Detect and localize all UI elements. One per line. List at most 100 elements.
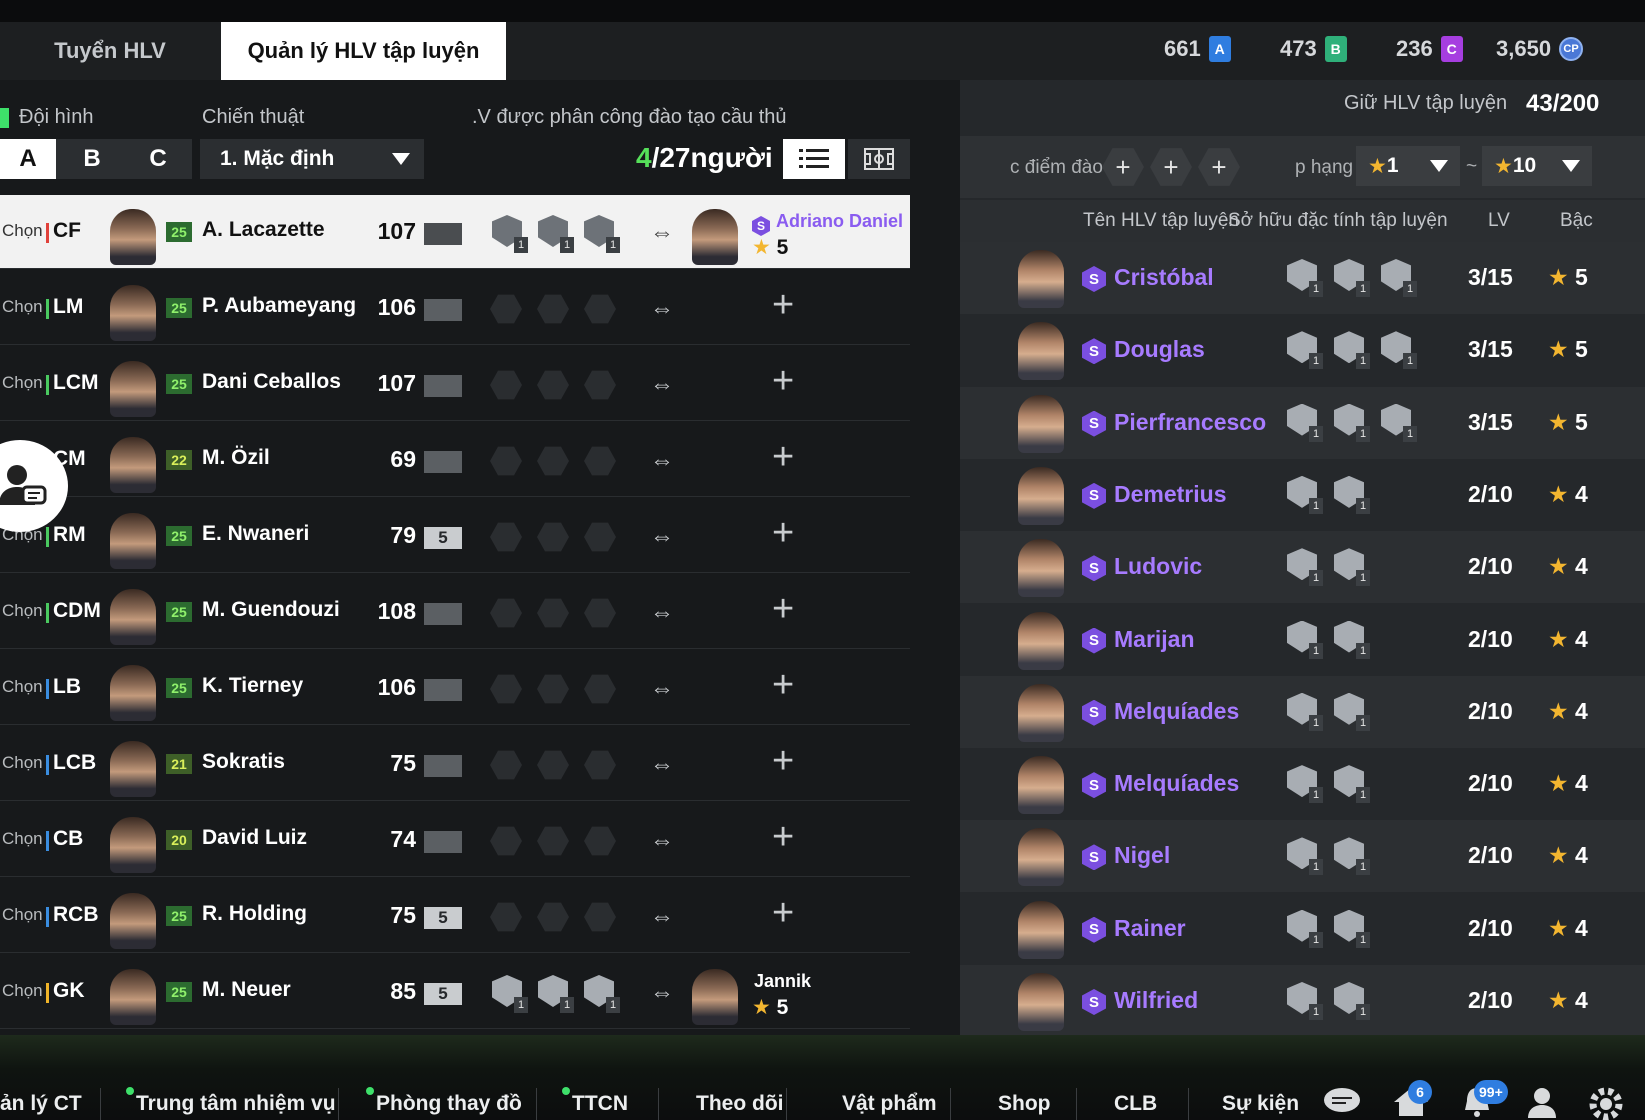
tab-manage-coach[interactable]: Quản lý HLV tập luyện [221,22,506,80]
player-name: M. Guendouzi [202,598,340,621]
coach-row[interactable]: S Cristóbal 1 1 1 3/15 ★ 5 [960,242,1645,314]
add-coach-plus-icon[interactable]: + [772,362,794,400]
link-icon[interactable]: ⇔ [650,447,674,475]
training-trait-icon: 1 [1332,329,1370,370]
select-label[interactable]: Chọn [2,601,43,621]
select-label[interactable]: Chọn [2,297,43,317]
coach-name: Demetrius [1114,480,1227,507]
special-coach-icon: S [1082,266,1106,292]
coach-row[interactable]: S Wilfried 1 1 2/10 ★ 4 [960,965,1645,1037]
nav-item[interactable]: Vật phẩm [842,1092,937,1116]
nav-item[interactable]: Shop [998,1092,1051,1116]
squad-b-button[interactable]: B [64,139,120,179]
list-view-button[interactable] [783,139,845,179]
coach-row[interactable]: S Douglas 1 1 1 3/15 ★ 5 [960,314,1645,386]
col-coach-traits: Sở hữu đặc tính tập luyện [1228,210,1448,231]
link-icon[interactable]: ⇔ [650,599,674,627]
coach-row[interactable]: S Rainer 1 1 2/10 ★ 4 [960,893,1645,965]
player-row[interactable]: Chọn RCB 25 R. Holding 75 5 ⇔ + [0,879,910,953]
player-position: CF [53,219,81,242]
link-icon[interactable]: ⇔ [650,751,674,779]
nav-item[interactable]: Sự kiện [1222,1092,1299,1116]
chat-icon[interactable] [1322,1086,1362,1120]
coach-row[interactable]: S Nigel 1 1 2/10 ★ 4 [960,820,1645,892]
add-coach-plus-icon[interactable]: + [772,286,794,324]
empty-trait-slot [490,750,522,780]
training-trait-icon: 1 [1332,257,1370,297]
rank-to-dropdown[interactable]: ★ 10 [1482,146,1592,186]
select-label[interactable]: Chọn [2,829,43,849]
select-label[interactable]: Chọn [2,753,43,773]
coach-row[interactable]: S Melquíades 1 1 2/10 ★ 4 [960,748,1645,820]
coach-avatar [1018,539,1064,598]
player-row[interactable]: Chọn LB 25 K. Tierney 106 ⇔ + [0,651,910,725]
link-icon[interactable]: ⇔ [650,523,674,551]
select-label[interactable]: Chọn [2,677,43,697]
player-row[interactable]: Chọn GK 25 M. Neuer 85 5 1 1 1 ⇔ Jannik ★ 5 [0,955,910,1029]
squad-a-button[interactable]: A [0,139,56,179]
player-position: LCM [53,371,99,394]
player-row[interactable]: Chọn CF 25 A. Lacazette 107 1 1 1 ⇔ S Adriano Dani… [0,195,910,269]
training-trait-icon: 1 [536,213,574,253]
coach-row[interactable]: S Marijan 1 1 2/10 ★ 4 [960,604,1645,676]
nav-item[interactable]: TTCN [572,1092,628,1116]
star-icon: ★ [752,236,777,259]
coach-row[interactable]: S Demetrius 1 1 2/10 ★ 4 [960,459,1645,531]
select-label[interactable]: Chọn [2,373,43,393]
add-coach-plus-icon[interactable]: + [772,438,794,476]
link-icon[interactable]: ⇔ [650,219,674,247]
player-row[interactable]: Chọn RM 25 E. Nwaneri 79 5 ⇔ + [0,499,910,573]
player-avatar [110,437,156,493]
link-icon[interactable]: ⇔ [650,903,674,931]
player-row[interactable]: Chọn CDM 25 M. Guendouzi 108 ⇔ + [0,575,910,649]
player-level-badge: 21 [166,754,192,774]
select-label[interactable]: Chọn [2,221,43,241]
coach-row[interactable]: S Pierfrancesco 1 1 1 3/15 ★ 5 [960,387,1645,459]
special-coach-icon: S [1082,482,1106,509]
nav-item[interactable]: ản lý CT [0,1092,82,1116]
add-coach-plus-icon[interactable]: + [772,894,794,932]
pitch-icon [864,148,894,170]
plus-icon: + [1163,151,1179,182]
select-label[interactable]: Chọn [2,905,43,925]
link-icon[interactable]: ⇔ [650,979,674,1007]
add-coach-plus-icon[interactable]: + [772,590,794,628]
player-row[interactable]: Chọn LCB 21 Sokratis 75 ⇔ + [0,727,910,801]
trait-level: 1 [1403,281,1417,297]
link-icon[interactable]: ⇔ [650,827,674,855]
add-coach-plus-icon[interactable]: + [772,666,794,704]
special-coach-icon: S [1082,410,1106,437]
add-coach-plus-icon[interactable]: + [772,514,794,552]
player-avatar [110,665,156,721]
profile-icon[interactable] [1526,1086,1558,1120]
tab-recruit-coach[interactable]: Tuyển HLV [0,22,220,80]
empty-trait-slot [584,370,616,400]
add-coach-plus-icon[interactable]: + [772,742,794,780]
training-trait-icon: 1 [1332,691,1370,731]
player-row[interactable]: Chọn CB 20 David Luiz 74 ⇔ + [0,803,910,877]
rank-from-dropdown[interactable]: ★ 1 [1356,146,1460,186]
coach-row[interactable]: S Ludovic 1 1 2/10 ★ 4 [960,531,1645,603]
nav-item[interactable]: Theo dõi [696,1092,784,1116]
training-trait-icon: 1 [1285,329,1323,370]
add-coach-plus-icon[interactable]: + [772,818,794,856]
link-icon[interactable]: ⇔ [650,371,674,399]
coach-name: Rainer [1114,914,1186,941]
settings-icon[interactable] [1588,1086,1624,1120]
nav-item[interactable]: CLB [1114,1092,1157,1116]
squad-c-button[interactable]: C [130,139,186,179]
player-row[interactable]: Chọn LM 25 P. Aubameyang 106 ⇔ + [0,271,910,345]
link-icon[interactable]: ⇔ [650,675,674,703]
nav-item[interactable]: Phòng thay đồ [376,1092,522,1116]
player-row[interactable]: ChọnCM22M. Özil69⇔+ [0,423,910,497]
select-label[interactable]: Chọn [2,981,43,1001]
tactic-dropdown[interactable]: 1. Mặc định [200,139,424,179]
formation-label: Đội hình [19,106,94,128]
link-icon[interactable]: ⇔ [650,295,674,323]
coach-grade: ★ 4 [1548,553,1588,580]
pitch-view-button[interactable] [848,139,910,179]
player-avatar [110,741,156,797]
coach-row[interactable]: S Melquíades 1 1 2/10 ★ 4 [960,676,1645,748]
player-row[interactable]: Chọn LCM 25 Dani Ceballos 107 ⇔ + [0,347,910,421]
nav-item[interactable]: Trung tâm nhiệm vụ [136,1092,336,1116]
